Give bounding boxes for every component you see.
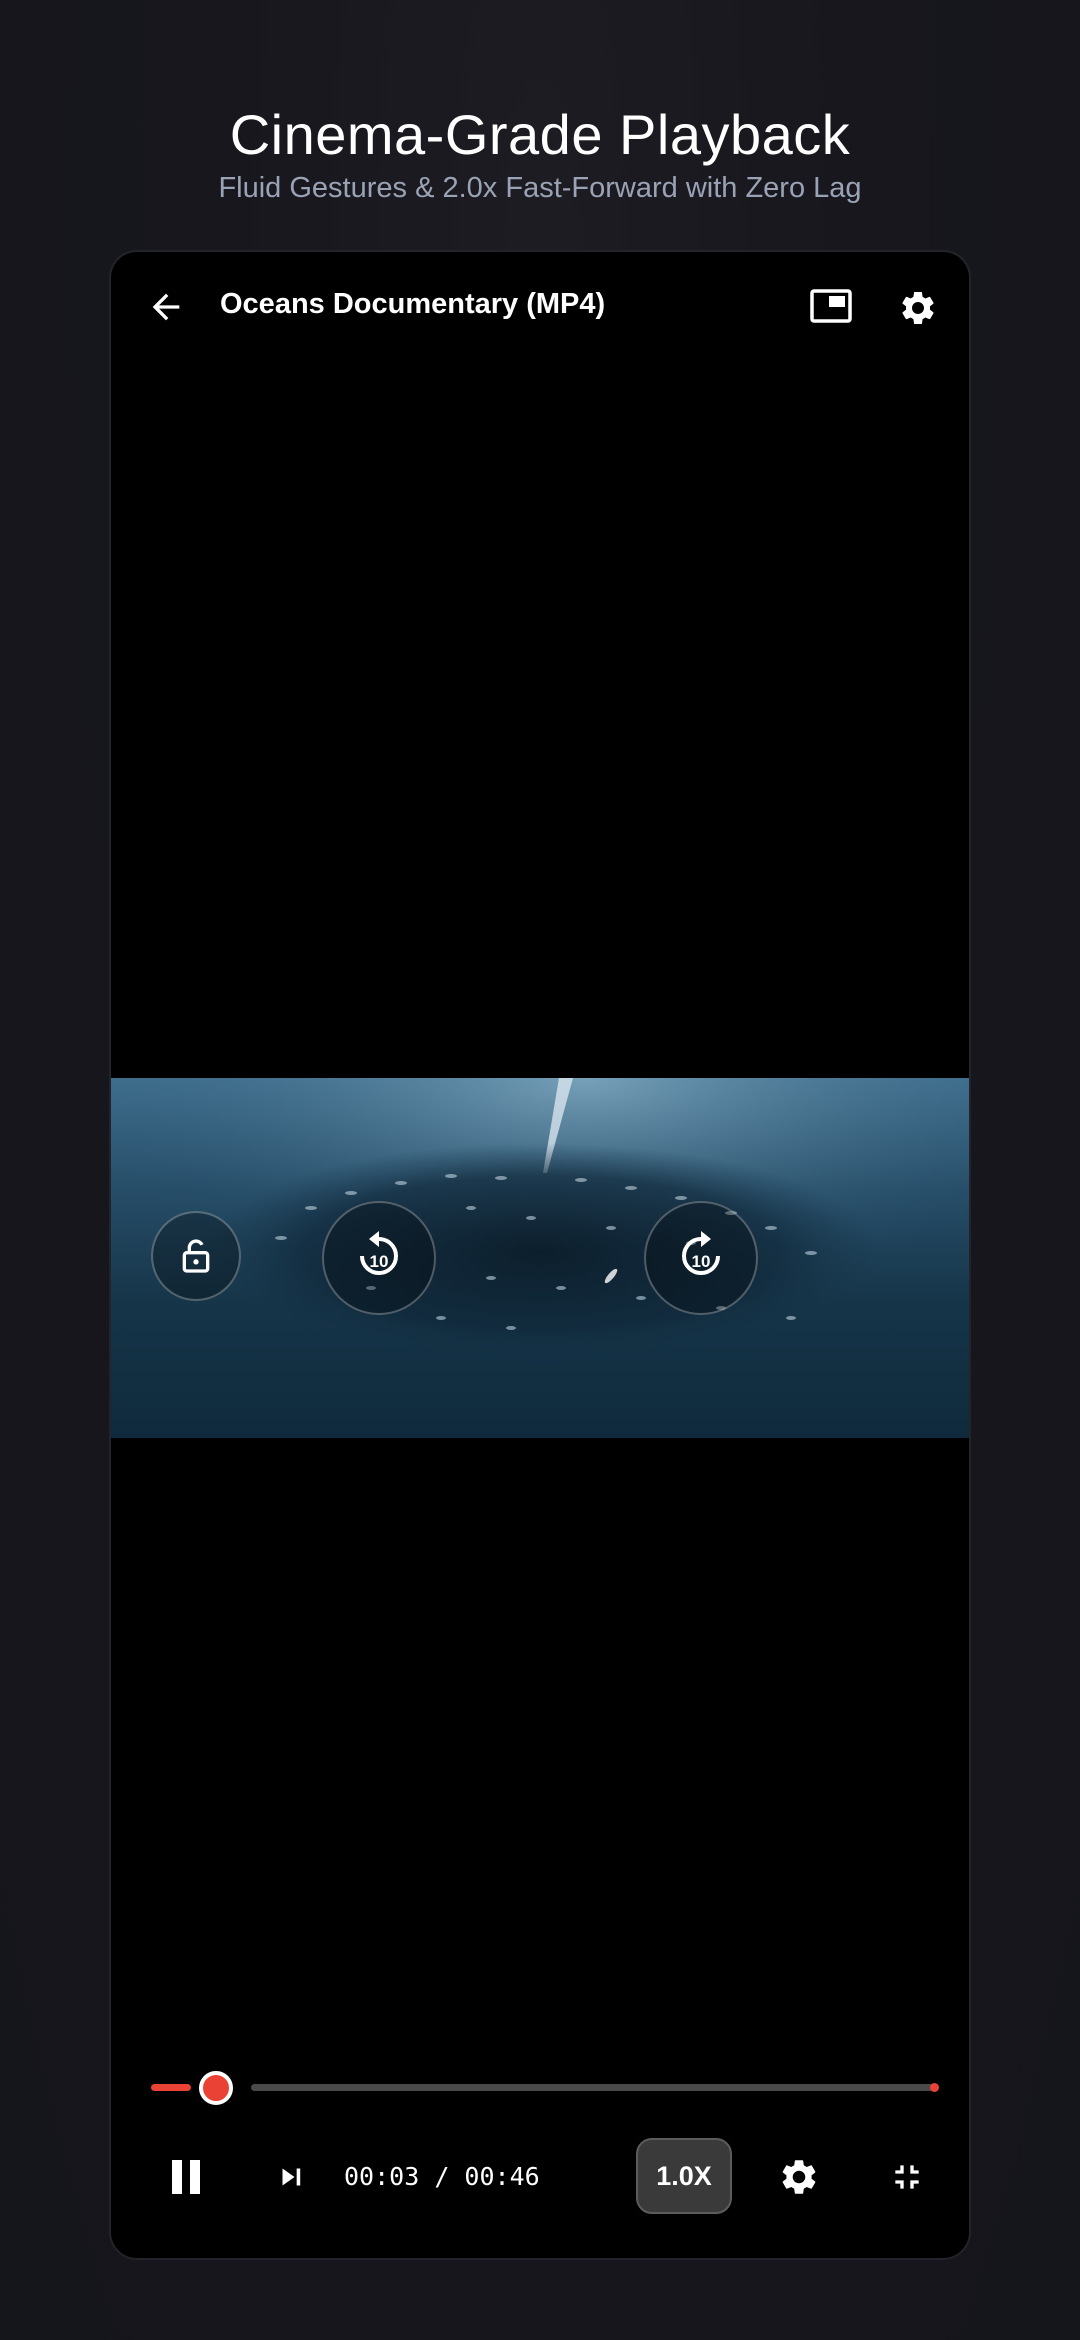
back-button[interactable]	[141, 282, 191, 332]
seek-thumb[interactable]	[199, 2071, 233, 2105]
lock-icon	[182, 1239, 210, 1273]
playback-speed-button[interactable]: 1.0X	[636, 2138, 732, 2214]
gear-icon	[782, 2160, 816, 2194]
exit-fullscreen-button[interactable]	[882, 2152, 932, 2202]
video-player: Oceans Documentary (MP4) 10 10 00:03 / 0…	[109, 250, 971, 2260]
player-top-bar: Oceans Documentary (MP4)	[111, 252, 969, 362]
forward-seconds-label: 10	[691, 1252, 711, 1271]
player-settings-button[interactable]	[774, 2152, 824, 2202]
rewind-seconds-label: 10	[369, 1252, 389, 1271]
current-time: 00:03	[344, 2162, 420, 2191]
rewind-10-button[interactable]: 10	[322, 1201, 436, 1315]
promo-headline: Cinema-Grade Playback	[229, 103, 851, 166]
seek-bar[interactable]	[151, 2068, 939, 2108]
picture-in-picture-button[interactable]	[806, 285, 856, 329]
picture-in-picture-icon	[810, 289, 852, 323]
skip-next-button[interactable]	[266, 2152, 316, 2202]
arrow-left-icon	[152, 293, 180, 321]
promo-subheadline: Fluid Gestures & 2.0x Fast-Forward with …	[218, 172, 862, 204]
seek-track	[251, 2084, 936, 2091]
duration: 00:46	[464, 2162, 540, 2191]
time-display: 00:03 / 00:46	[344, 2162, 540, 2191]
pause-icon	[172, 2160, 200, 2194]
video-frame[interactable]: 10 10	[111, 1078, 969, 1438]
player-controls: 00:03 / 00:46 1.0X	[111, 2132, 969, 2222]
pause-button[interactable]	[161, 2152, 211, 2202]
skip-next-icon	[282, 2168, 301, 2186]
video-title: Oceans Documentary (MP4)	[220, 288, 606, 320]
seek-end-marker	[930, 2083, 939, 2092]
forward-10-button[interactable]: 10	[644, 1201, 758, 1315]
lock-button[interactable]	[151, 1211, 241, 1301]
fullscreen-exit-icon	[895, 2165, 919, 2189]
seek-played-progress	[151, 2084, 191, 2091]
gear-icon	[902, 292, 934, 324]
settings-button[interactable]	[893, 283, 943, 333]
time-separator: /	[419, 2162, 465, 2191]
